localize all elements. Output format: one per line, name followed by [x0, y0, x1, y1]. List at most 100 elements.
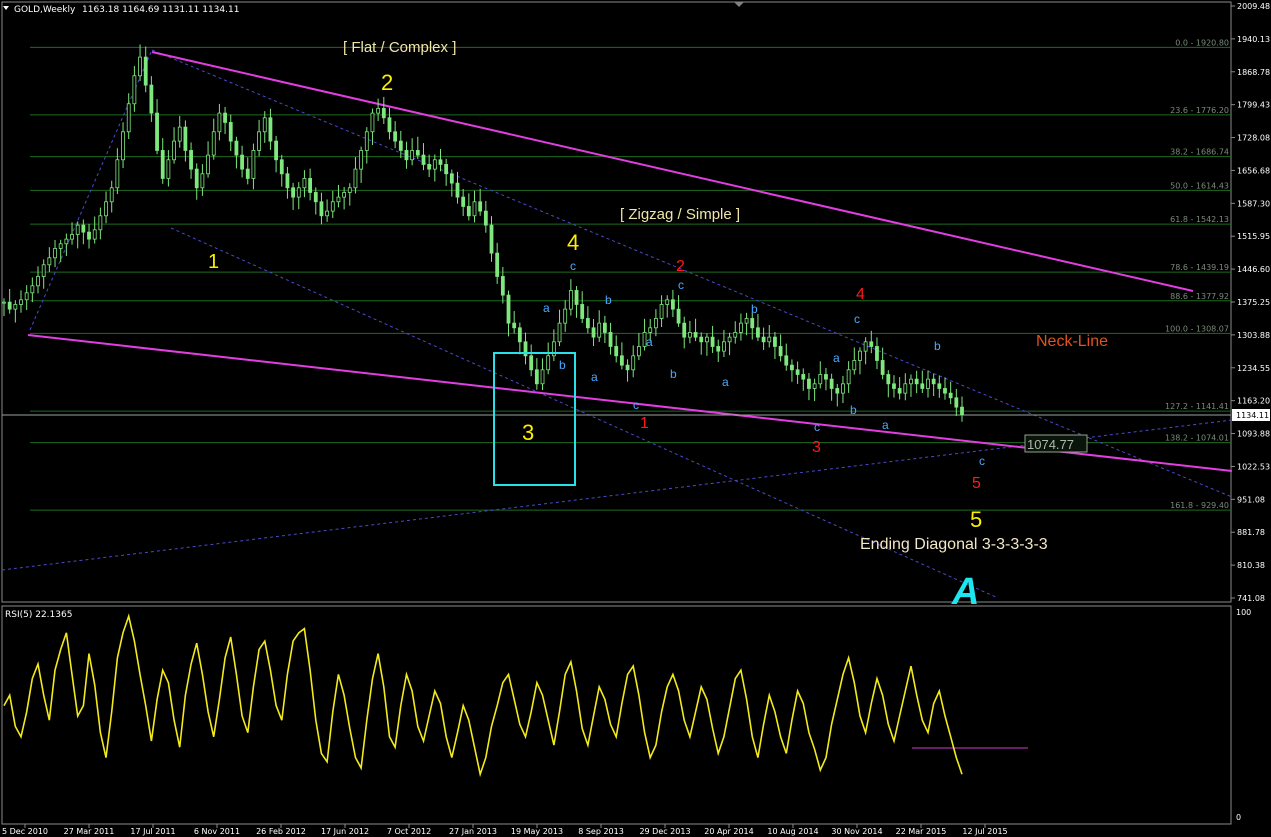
- candle-body: [602, 322, 607, 333]
- candle-body: [818, 374, 823, 385]
- candle-body: [716, 346, 721, 352]
- fib-level-label: 61.8 - 1542.13: [1170, 215, 1229, 224]
- candle-body: [70, 234, 74, 240]
- candle-body: [580, 304, 585, 319]
- candle-body: [353, 168, 358, 189]
- candle-body: [87, 231, 91, 240]
- current-price-tag-text: 1134.11: [1236, 411, 1269, 420]
- candle-body: [200, 173, 205, 189]
- candle-body: [869, 341, 874, 347]
- candle-body: [926, 378, 930, 389]
- candle-body: [568, 290, 573, 310]
- fib-level-label: 127.2 - 1141.41: [1165, 402, 1229, 411]
- date-tick-label: 8 Sep 2013: [578, 827, 624, 836]
- candle-body: [807, 378, 811, 389]
- candle-body: [370, 112, 375, 133]
- candle-body: [670, 299, 675, 310]
- candle-body: [585, 318, 590, 329]
- candle-body: [744, 318, 749, 324]
- date-tick-label: 10 Aug 2014: [767, 827, 818, 836]
- candle-body: [36, 276, 40, 287]
- fib-level-label: 138.2 - 1074.01: [1165, 434, 1229, 443]
- fib-level-label: 161.8 - 929.40: [1170, 501, 1229, 510]
- candle-body: [591, 327, 596, 338]
- candle-body: [943, 388, 947, 394]
- fib-level-label: 100.0 - 1308.07: [1165, 324, 1229, 333]
- candle-body: [682, 322, 687, 338]
- date-tick-label: 5 Dec 2010: [2, 827, 48, 836]
- candle-body: [960, 406, 964, 416]
- chart-symbol: GOLD,Weekly: [14, 5, 76, 15]
- price-tick-label: 810.38: [1237, 561, 1265, 570]
- candle-body: [245, 168, 250, 179]
- sub-wave-b: b: [934, 339, 941, 353]
- candle-body: [13, 304, 18, 310]
- candle-body: [308, 178, 313, 193]
- ending-diagonal-label: Ending Diagonal 3-3-3-3-3: [860, 536, 1048, 553]
- date-tick-label: 17 Jun 2012: [321, 827, 369, 836]
- price-tick-label: 1163.20: [1237, 397, 1270, 406]
- candle-body: [619, 355, 624, 366]
- date-tick-label: 26 Feb 2012: [256, 827, 306, 836]
- candle-body: [478, 201, 483, 212]
- candle-body: [189, 150, 193, 170]
- price-tick-label: 951.08: [1237, 495, 1265, 504]
- candle-body: [30, 285, 35, 294]
- wave-red-1: 1: [640, 415, 649, 432]
- price-tick-label: 1446.60: [1237, 265, 1270, 274]
- candle-body: [98, 215, 103, 231]
- candle-body: [875, 346, 879, 361]
- date-tick-label: 19 May 2013: [511, 827, 563, 836]
- sub-wave-b: b: [751, 302, 758, 316]
- candle-body: [296, 187, 301, 198]
- candle-body: [563, 308, 568, 324]
- fib-level-label: 88.6 - 1377.92: [1170, 292, 1229, 301]
- candle-body: [432, 159, 437, 170]
- candle-body: [495, 252, 500, 277]
- candle-body: [149, 84, 154, 114]
- sub-wave-c: c: [854, 312, 860, 326]
- candle-body: [342, 192, 347, 198]
- candle-body: [636, 346, 641, 357]
- candle-body: [767, 336, 772, 343]
- candle-body: [466, 206, 471, 217]
- candle-body: [143, 56, 148, 86]
- price-tick-label: 1656.68: [1237, 166, 1270, 175]
- candle-body: [756, 327, 760, 338]
- candle-body: [829, 378, 834, 389]
- candle-body: [750, 318, 755, 329]
- candle-body: [53, 248, 57, 259]
- candle-body: [410, 150, 415, 161]
- date-tick-label: 27 Jan 2013: [449, 827, 497, 836]
- candle-body: [954, 397, 959, 408]
- candle-body: [546, 355, 551, 371]
- candle-body: [330, 201, 335, 212]
- price-tick-label: 1093.88: [1237, 430, 1270, 439]
- sub-wave-a: a: [591, 370, 598, 384]
- price-tick-label: 1587.30: [1237, 199, 1270, 208]
- candle-body: [812, 383, 817, 389]
- date-tick-label: 30 Nov 2014: [831, 827, 882, 836]
- candle-body: [909, 378, 913, 385]
- candle-body: [795, 369, 800, 375]
- sub-wave-b: b: [605, 293, 612, 307]
- candle-body: [274, 140, 278, 161]
- rsi-title: RSI(5) 22.1365: [5, 610, 72, 620]
- candle-body: [109, 187, 114, 203]
- sub-wave-c: c: [570, 259, 576, 273]
- candle-body: [512, 322, 517, 329]
- candle-body: [733, 332, 738, 338]
- price-tick-label: 1799.43: [1237, 101, 1270, 110]
- candle-body: [81, 224, 86, 233]
- candle-body: [336, 196, 341, 203]
- candle-body: [421, 154, 426, 165]
- candle-body: [24, 292, 29, 301]
- candle-body: [347, 187, 352, 193]
- candle-body: [381, 108, 386, 119]
- candle-body: [132, 75, 137, 105]
- brand-logo: A: [951, 571, 979, 613]
- candle-body: [903, 383, 908, 394]
- candle-body: [948, 392, 953, 399]
- candle-body: [886, 374, 891, 385]
- candle-body: [931, 378, 936, 385]
